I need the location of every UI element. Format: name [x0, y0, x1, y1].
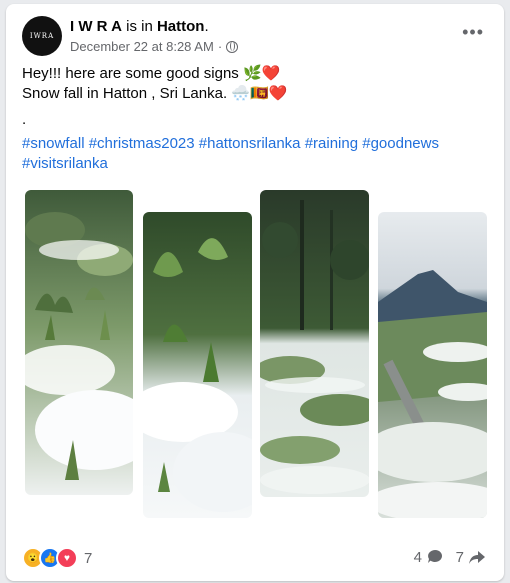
love-reaction-icon: ♥	[56, 547, 78, 569]
more-options-button[interactable]: •••	[462, 22, 484, 43]
meta-separator: ·	[217, 39, 223, 54]
hashtag-link[interactable]: #raining	[305, 135, 358, 152]
post-body: Hey!!! here are some good signs 🌿❤️ Snow…	[22, 64, 492, 174]
post-photo-3[interactable]	[260, 190, 369, 497]
is-in-text: is in	[126, 18, 153, 35]
globe-icon[interactable]	[226, 40, 239, 53]
post-line-2: Snow fall in Hatton , Sri Lanka. 🌨️🇱🇰❤️	[22, 85, 288, 102]
post-photo-1[interactable]	[25, 190, 133, 495]
hashtag-link[interactable]: #snowfall	[22, 135, 85, 152]
period-text: .	[204, 18, 209, 35]
share-count-button[interactable]: 7	[456, 548, 486, 566]
post-meta: December 22 at 8:28 AM ·	[70, 39, 239, 54]
post-photo-2[interactable]	[143, 212, 252, 518]
hashtag-link[interactable]: #goodnews	[362, 135, 439, 152]
hashtags: #snowfall #christmas2023 #hattonsrilanka…	[22, 134, 492, 174]
hashtag-link[interactable]: #christmas2023	[89, 135, 195, 152]
hashtag-link[interactable]: #visitsrilanka	[22, 155, 108, 172]
post-header: IWRA I W R A is in Hatton. December 22 a…	[6, 4, 504, 60]
timestamp[interactable]: December 22 at 8:28 AM	[70, 39, 214, 54]
post-photo-4[interactable]	[378, 212, 487, 518]
avatar[interactable]: IWRA	[22, 16, 62, 56]
comment-icon	[428, 550, 442, 563]
reactions-summary[interactable]: 😮 👍 ♥ 7	[22, 547, 92, 569]
post-footer: 😮 👍 ♥ 7 4 7	[6, 539, 504, 579]
comment-count-button[interactable]: 4	[414, 548, 444, 566]
share-count: 7	[455, 548, 464, 566]
reaction-count: 7	[84, 549, 93, 567]
author-line: I W R A is in Hatton.	[70, 18, 209, 35]
comment-count: 4	[413, 548, 422, 566]
hashtag-link[interactable]: #hattonsrilanka	[199, 135, 301, 152]
author-name[interactable]: I W R A	[70, 18, 122, 35]
place-link[interactable]: Hatton	[157, 18, 205, 35]
post-line-1: Hey!!! here are some good signs 🌿❤️	[22, 65, 281, 82]
share-arrow-icon	[469, 551, 485, 564]
post-card: IWRA I W R A is in Hatton. December 22 a…	[6, 4, 504, 581]
post-line-3: .	[22, 111, 27, 128]
